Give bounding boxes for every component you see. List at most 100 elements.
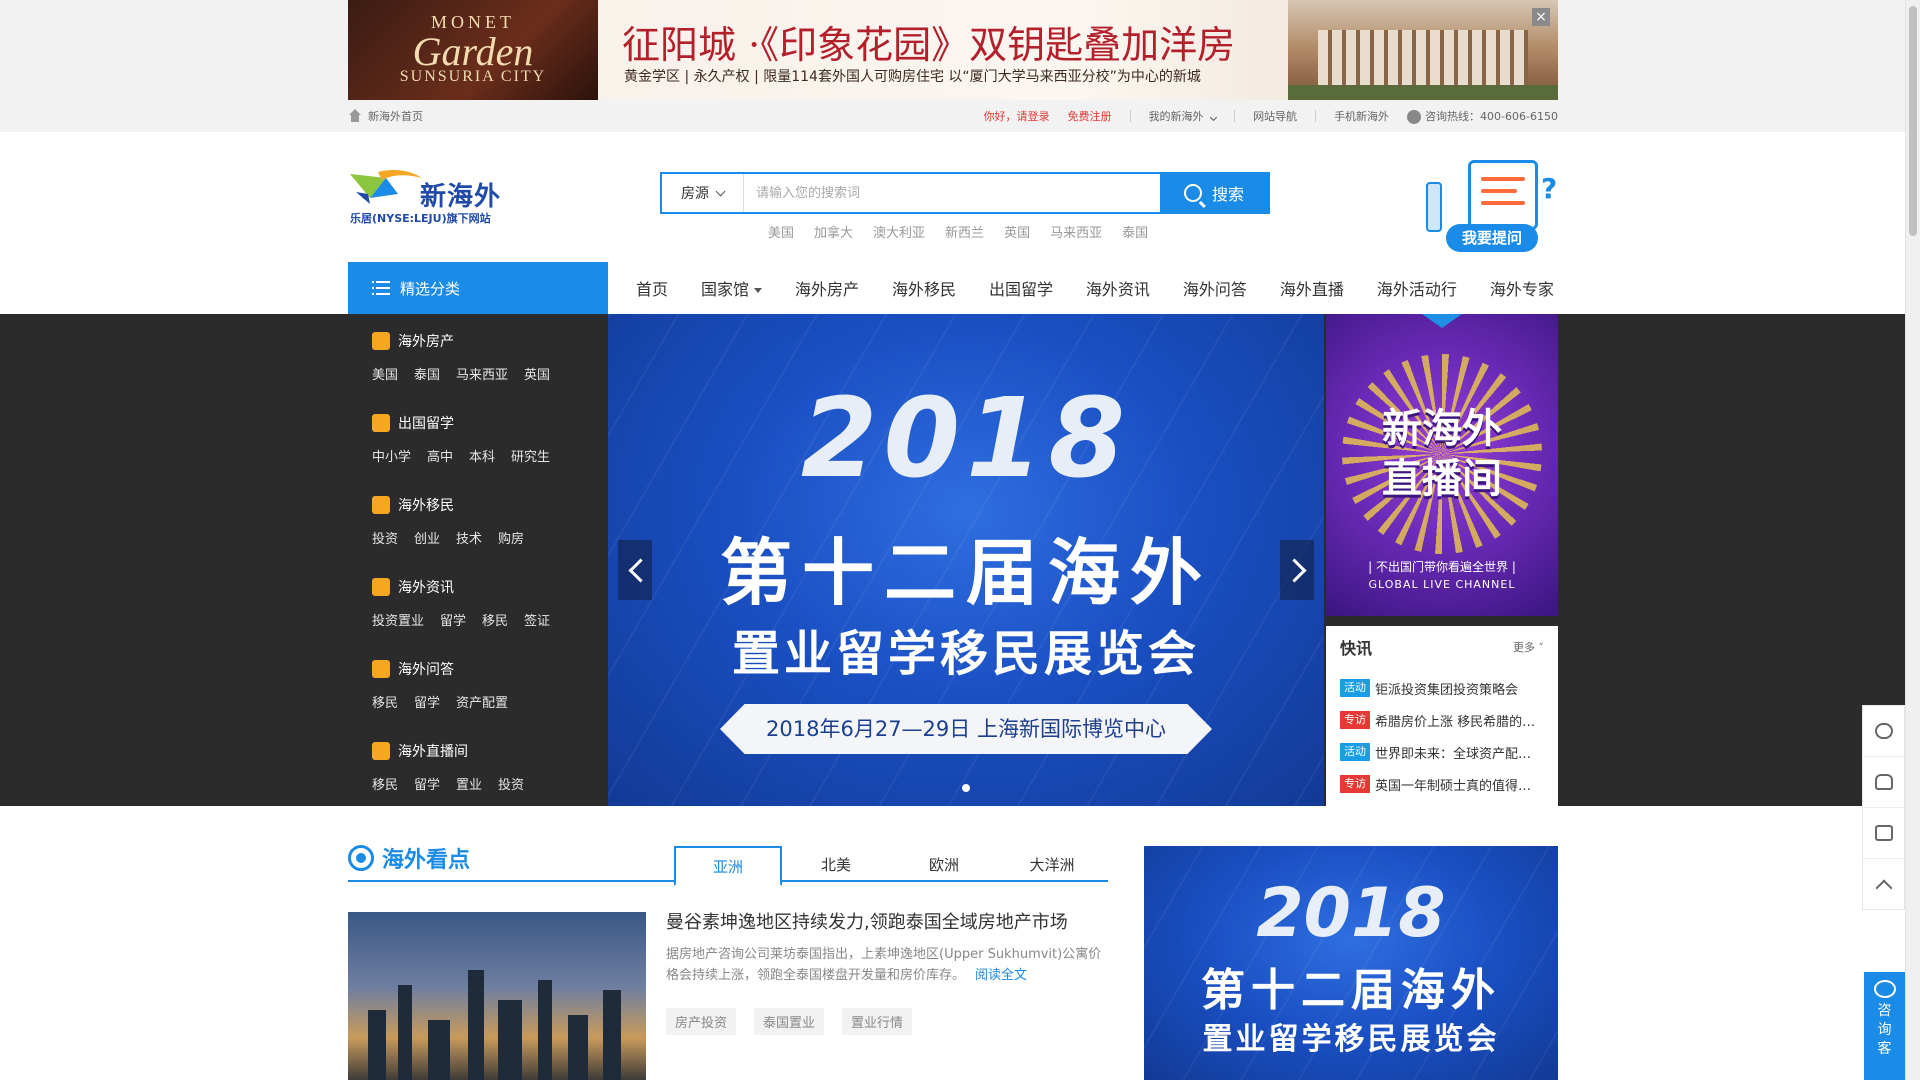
tab-europe[interactable]: 欧洲 (890, 846, 998, 884)
search-button[interactable]: 搜索 (1160, 174, 1268, 212)
category-link[interactable]: 中小学 (372, 446, 411, 465)
feedback-tool-button[interactable] (1863, 808, 1904, 859)
scrollbar-thumb[interactable] (1909, 6, 1917, 236)
nav-events[interactable]: 海外活动行 (1377, 276, 1457, 300)
tab-asia[interactable]: 亚洲 (674, 846, 782, 886)
article-tag[interactable]: 置业行情 (842, 1008, 913, 1035)
category-link[interactable]: 投资 (372, 528, 398, 547)
category-link[interactable]: 移民 (372, 692, 398, 711)
category-link[interactable]: 移民 (372, 774, 398, 793)
nav-qa[interactable]: 海外问答 (1183, 276, 1247, 300)
expo-promo-banner[interactable]: 2018 第十二届海外 置业留学移民展览会 (1144, 846, 1558, 1080)
site-nav-link[interactable]: 网站导航 (1253, 108, 1297, 124)
live-channel-banner[interactable]: 新海外 直播间 | 不出国门带你看遍全世界 | GLOBAL LIVE CHAN… (1326, 314, 1558, 616)
ask-question-button[interactable]: 我要提问 (1446, 224, 1538, 252)
news-text[interactable]: 希腊房价上涨 移民希腊的… (1375, 711, 1535, 730)
nav-immigration[interactable]: 海外移民 (892, 276, 956, 300)
consult-button[interactable]: 咨询客 (1864, 972, 1905, 1080)
ad-banner[interactable]: MONET Garden SUNSURIA CITY 征阳城 ·《印象花园》双钥… (348, 0, 1558, 100)
my-account-dropdown[interactable]: 我的新海外 (1149, 108, 1218, 124)
news-more-link[interactable]: 更多 ˅ (1513, 639, 1544, 655)
carousel-next-button[interactable] (1280, 540, 1314, 600)
hot-link[interactable]: 美国 (768, 222, 794, 241)
chevron-up-icon (1875, 879, 1892, 896)
nav-news[interactable]: 海外资讯 (1086, 276, 1150, 300)
hot-search-links: 美国 加拿大 澳大利亚 新西兰 英国 马来西亚 泰国 (768, 222, 1148, 241)
hot-link[interactable]: 马来西亚 (1050, 222, 1102, 241)
chat-tool-button[interactable] (1863, 706, 1904, 757)
category-link[interactable]: 泰国 (414, 364, 440, 383)
category-title[interactable]: 出国留学 (372, 408, 608, 438)
hot-link[interactable]: 澳大利亚 (873, 222, 925, 241)
nav-home[interactable]: 首页 (636, 276, 668, 300)
news-text[interactable]: 英国一年制硕士真的值得… (1375, 775, 1531, 794)
tab-north-america[interactable]: 北美 (782, 846, 890, 884)
category-link[interactable]: 本科 (469, 446, 495, 465)
search-type-select[interactable]: 房源 (662, 174, 744, 212)
nav-property[interactable]: 海外房产 (795, 276, 859, 300)
back-to-top-button[interactable] (1863, 859, 1904, 910)
category-link[interactable]: 马来西亚 (456, 364, 508, 383)
category-link[interactable]: 高中 (427, 446, 453, 465)
mobile-link[interactable]: 手机新海外 (1334, 108, 1389, 124)
news-text[interactable]: 世界即未来：全球资产配… (1375, 743, 1531, 762)
nav-live[interactable]: 海外直播 (1280, 276, 1344, 300)
category-link[interactable]: 美国 (372, 364, 398, 383)
phone-tool-button[interactable] (1863, 757, 1904, 808)
site-logo[interactable]: 新海外 乐居(NYSE:LEJU)旗下网站 (348, 166, 518, 226)
category-title[interactable]: 海外房产 (372, 326, 608, 356)
category-link[interactable]: 资产配置 (456, 692, 508, 711)
news-item[interactable]: 专访 英国一年制硕士真的值得… (1340, 768, 1544, 800)
register-link[interactable]: 免费注册 (1068, 108, 1112, 124)
hot-link[interactable]: 加拿大 (814, 222, 853, 241)
hot-link[interactable]: 英国 (1004, 222, 1030, 241)
home-link-label[interactable]: 新海外首页 (368, 108, 423, 124)
category-link[interactable]: 留学 (440, 610, 466, 629)
article-tag[interactable]: 房产投资 (666, 1008, 737, 1035)
news-item[interactable]: 活动 钜派投资集团投资策略会 (1340, 672, 1544, 704)
category-link[interactable]: 研究生 (511, 446, 550, 465)
nav-study-abroad[interactable]: 出国留学 (989, 276, 1053, 300)
category-link[interactable]: 投资置业 (372, 610, 424, 629)
my-account-label[interactable]: 我的新海外 (1149, 110, 1204, 123)
news-item[interactable]: 活动 世界即未来：全球资产配… (1340, 736, 1544, 768)
nav-experts[interactable]: 海外专家 (1490, 276, 1554, 300)
page-scrollbar[interactable] (1905, 0, 1920, 1080)
article-tag[interactable]: 泰国置业 (754, 1008, 825, 1035)
news-tag: 活动 (1340, 743, 1370, 761)
category-link[interactable]: 技术 (456, 528, 482, 547)
category-title[interactable]: 海外资讯 (372, 572, 608, 602)
category-link[interactable]: 留学 (414, 692, 440, 711)
category-title[interactable]: 海外移民 (372, 490, 608, 520)
search-input[interactable] (744, 174, 1160, 212)
category-link[interactable]: 留学 (414, 774, 440, 793)
home-link[interactable]: 新海外首页 (348, 108, 423, 124)
ad-close-button[interactable]: × (1532, 8, 1550, 26)
login-link[interactable]: 你好，请登录 (984, 108, 1050, 124)
news-item[interactable]: 专访 希腊房价上涨 移民希腊的… (1340, 704, 1544, 736)
tab-oceania[interactable]: 大洋洲 (998, 846, 1106, 884)
read-more-link[interactable]: 阅读全文 (975, 968, 1027, 983)
carousel-dot[interactable] (962, 784, 970, 792)
category-title[interactable]: 海外问答 (372, 654, 608, 684)
article-title[interactable]: 曼谷素坤逸地区持续发力,领跑泰国全域房地产市场 (666, 908, 1068, 934)
hot-link[interactable]: 新西兰 (945, 222, 984, 241)
category-title[interactable]: 海外直播间 (372, 736, 608, 766)
category-menu-button[interactable]: 精选分类 (348, 262, 608, 314)
main-nav: 精选分类 首页 国家馆 海外房产 海外移民 出国留学 海外资讯 海外问答 海外直… (348, 262, 1558, 314)
category-link[interactable]: 英国 (524, 364, 550, 383)
news-text[interactable]: 钜派投资集团投资策略会 (1375, 679, 1518, 698)
category-link[interactable]: 签证 (524, 610, 550, 629)
hero-carousel[interactable]: 2018 第十二届海外 置业留学移民展览会 2018年6月27—29日 上海新国… (608, 314, 1324, 806)
category-link[interactable]: 购房 (498, 528, 524, 547)
hot-link[interactable]: 泰国 (1122, 222, 1148, 241)
category-link[interactable]: 移民 (482, 610, 508, 629)
article-image[interactable] (348, 912, 646, 1080)
carousel-prev-button[interactable] (618, 540, 652, 600)
category-link[interactable]: 创业 (414, 528, 440, 547)
nav-country[interactable]: 国家馆 (701, 276, 762, 300)
category-link[interactable]: 投资 (498, 774, 524, 793)
carousel-year: 2018 (800, 374, 1132, 502)
ask-question-widget[interactable]: ? 我要提问 (1398, 142, 1558, 258)
category-link[interactable]: 置业 (456, 774, 482, 793)
